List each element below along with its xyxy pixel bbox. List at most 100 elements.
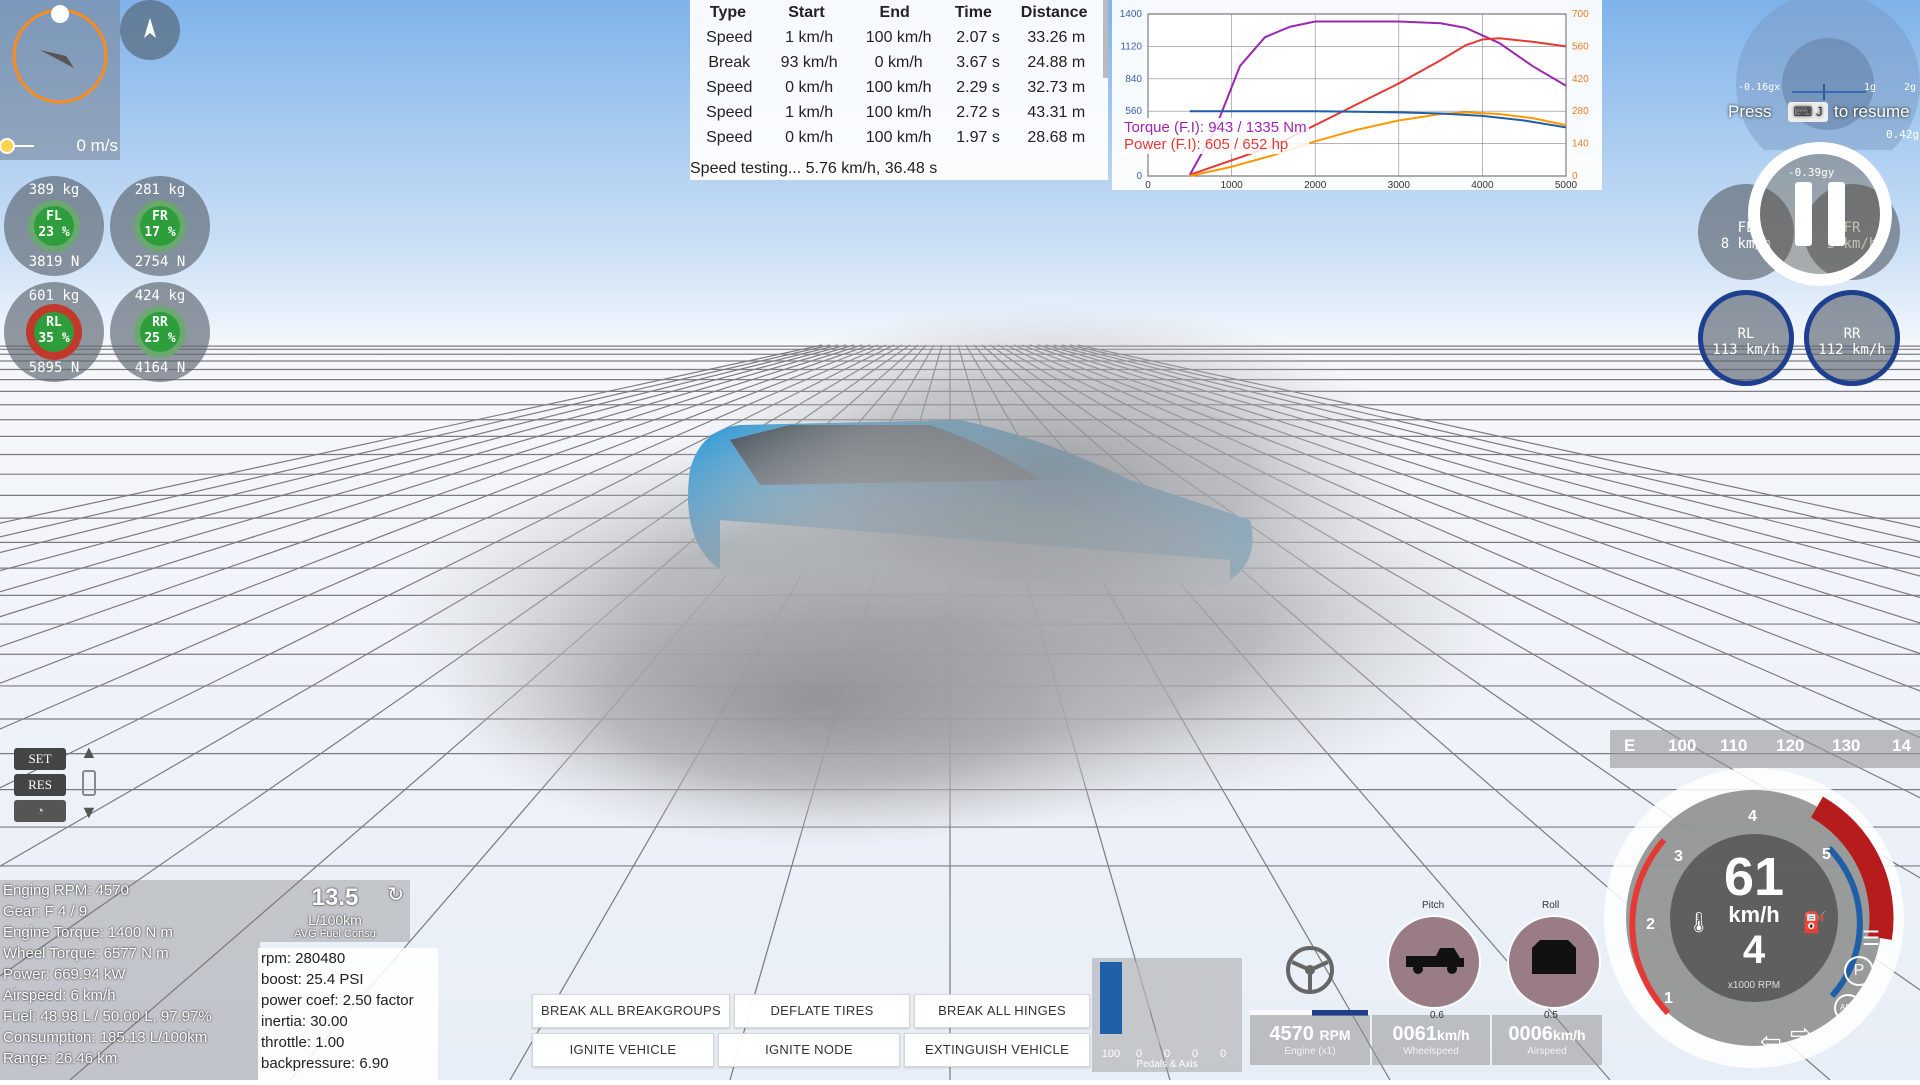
ignite-vehicle-button[interactable]: IGNITE VEHICLE xyxy=(532,1033,714,1067)
y-left-tick-label: 0 xyxy=(1136,171,1142,182)
tire-percent: 17 % xyxy=(144,225,176,240)
table-cell: 2.29 s xyxy=(956,78,1000,96)
table-cell: 2.07 s xyxy=(956,28,1000,46)
pause-hint-rest: to resume xyxy=(1834,102,1910,121)
wheel-label: RR xyxy=(1843,326,1861,342)
vehicle-info-line: Gear: F 4 / 9 xyxy=(3,903,88,920)
wheelspeed-unit: km/h xyxy=(1436,1027,1470,1043)
tire-mass: 389 kg xyxy=(28,182,80,198)
tire-load-rl: 601 kg RL 35 % 5895 N xyxy=(4,282,104,382)
table-cell: 100 km/h xyxy=(865,78,932,96)
extinguish-vehicle-button[interactable]: EXTINGUISH VEHICLE xyxy=(904,1033,1090,1067)
cruise-set-button[interactable]: SET xyxy=(14,748,66,770)
cruise-up-icon[interactable]: ▲ xyxy=(80,742,98,763)
ignite-node-button[interactable]: IGNITE NODE xyxy=(718,1033,900,1067)
y-right-tick-label: 0 xyxy=(1572,171,1578,182)
rpm-tick-label: 2 xyxy=(1646,916,1655,933)
speed-test-scrollbar[interactable] xyxy=(1103,0,1108,78)
temperature-icon: 🌡 xyxy=(1686,912,1712,934)
table-cell: 33.26 m xyxy=(1027,28,1086,46)
rpm-tick-label: 3 xyxy=(1674,848,1683,865)
break-all-breakgroups-button[interactable]: BREAK ALL BREAKGROUPS xyxy=(532,994,730,1028)
pitch-indicator: Pitch 0.6 xyxy=(1384,900,1484,1024)
roll-label: Roll xyxy=(1542,900,1560,911)
tire-mass: 601 kg xyxy=(28,288,80,304)
speed-strip-label: 110 xyxy=(1720,736,1748,755)
y-right-tick-label: 420 xyxy=(1572,74,1589,85)
vehicle-info-line: Power: 669.94 kW xyxy=(3,966,126,983)
pedal-bar: 0 xyxy=(1128,962,1150,1060)
airspeed-value: 0006 xyxy=(1508,1023,1553,1045)
cruise-gauge-icon[interactable]: ◔ xyxy=(14,800,66,822)
cruise-toggle-icon[interactable] xyxy=(82,770,96,796)
reset-icon[interactable]: ↻ xyxy=(387,882,404,907)
g-right: 2g xyxy=(1904,82,1917,93)
rpm-scale-label: x1000 RPM xyxy=(1727,980,1781,991)
tire-center: FR 17 % xyxy=(140,206,180,246)
table-cell: Speed xyxy=(706,103,753,121)
speed-strip-label: 120 xyxy=(1776,736,1805,755)
pedal-bar: 0 xyxy=(1212,962,1234,1060)
vehicle-info-line: Wheel Torque: 6577 N m xyxy=(3,945,169,962)
rpm-value: 4570 xyxy=(1269,1023,1314,1045)
x-tick-label: 1000 xyxy=(1220,180,1243,190)
col-header-start: Start xyxy=(788,4,825,21)
table-cell: 3.67 s xyxy=(956,53,1000,71)
wheelspeed-label: Wheelspeed xyxy=(1403,1046,1459,1057)
engine-info-line: inertia: 30.00 xyxy=(261,1013,348,1030)
deflate-tires-button[interactable]: DEFLATE TIRES xyxy=(734,994,910,1028)
cruise-res-button[interactable]: RES xyxy=(14,774,66,796)
pause-icon xyxy=(1748,142,1892,286)
parking-brake-icon: P xyxy=(1844,956,1874,986)
table-row: Speed 1 km/h 100 km/h 2.07 s 33.26 m xyxy=(692,25,1102,50)
g-mid: 1g xyxy=(1864,82,1877,93)
wheelspeed-value: 0061 xyxy=(1392,1023,1437,1045)
rpm-unit: RPM xyxy=(1319,1027,1351,1043)
wheel-speed-rl: RL 113 km/h xyxy=(1698,290,1794,386)
speed-test-rows[interactable]: Speed 1 km/h 100 km/h 2.07 s 33.26 m Break 93 … xyxy=(690,25,1108,157)
tire-force: 2754 N xyxy=(134,254,186,270)
graph-legend: Torque (F.I): 943 / 1335 Nm Power (F.I):… xyxy=(1122,118,1309,154)
table-cell: 1 km/h xyxy=(785,103,834,121)
table-cell: 43.31 m xyxy=(1027,103,1086,121)
tire-mass: 281 kg xyxy=(134,182,186,198)
rpm-tick-label: 1 xyxy=(1664,990,1673,1007)
headlight-icon: ☰ xyxy=(1862,928,1880,950)
pause-hint-key: J xyxy=(1815,104,1823,119)
cruise-down-icon[interactable]: ▼ xyxy=(80,802,98,823)
gear-value: 4 xyxy=(1742,928,1766,972)
table-cell: Speed xyxy=(706,28,753,46)
abs-icon: ABS xyxy=(1834,994,1862,1022)
speed-strip-label: 14 xyxy=(1892,736,1911,755)
speed-strip-label: E xyxy=(1624,736,1636,755)
pickup-truck-side-icon xyxy=(1387,915,1481,1009)
table-cell: 0 km/h xyxy=(785,128,834,146)
pedal-bar: 0 xyxy=(1184,962,1206,1060)
y-right-tick-label: 280 xyxy=(1572,106,1589,117)
steering-wheel-icon xyxy=(1284,944,1336,996)
tire-percent: 23 % xyxy=(38,225,70,240)
g-left: -0.16gx xyxy=(1738,82,1781,93)
col-header-type: Type xyxy=(709,4,747,21)
fuel-pump-icon: ⛽ xyxy=(1802,912,1827,934)
table-cell: 1 km/h xyxy=(785,28,834,46)
keyboard-key-icon: ⌨ J xyxy=(1788,102,1828,122)
tire-center: RL 35 % xyxy=(34,312,74,352)
direction-widget: 0 m/s xyxy=(0,0,120,160)
table-cell: 100 km/h xyxy=(865,128,932,146)
tire-force: 5895 N xyxy=(28,360,80,376)
vehicle-info-panel: Enging RPM: 4570 Gear: F 4 / 9 Engine Torq… xyxy=(0,880,260,1080)
table-row: Speed 1 km/h 100 km/h 2.72 s 43.31 m xyxy=(692,100,1102,125)
tire-mass: 424 kg xyxy=(134,288,186,304)
break-all-hinges-button[interactable]: BREAK ALL HINGES xyxy=(914,994,1090,1028)
y-right-tick-label: 560 xyxy=(1572,41,1589,52)
pause-button[interactable]: -0.39gy xyxy=(1742,136,1898,292)
legend-torque: Torque (F.I): 943 / 1335 Nm xyxy=(1124,119,1307,136)
tire-force: 4164 N xyxy=(134,360,186,376)
table-cell: 93 km/h xyxy=(780,53,838,71)
y-right-tick-label: 700 xyxy=(1572,9,1589,20)
x-tick-label: 3000 xyxy=(1388,180,1411,190)
pause-hint: Press ⌨ J to resume xyxy=(1728,100,1920,128)
tire-center: RR 25 % xyxy=(140,312,180,352)
vehicle-info-line: Airspeed: 6 km/h xyxy=(3,987,116,1004)
